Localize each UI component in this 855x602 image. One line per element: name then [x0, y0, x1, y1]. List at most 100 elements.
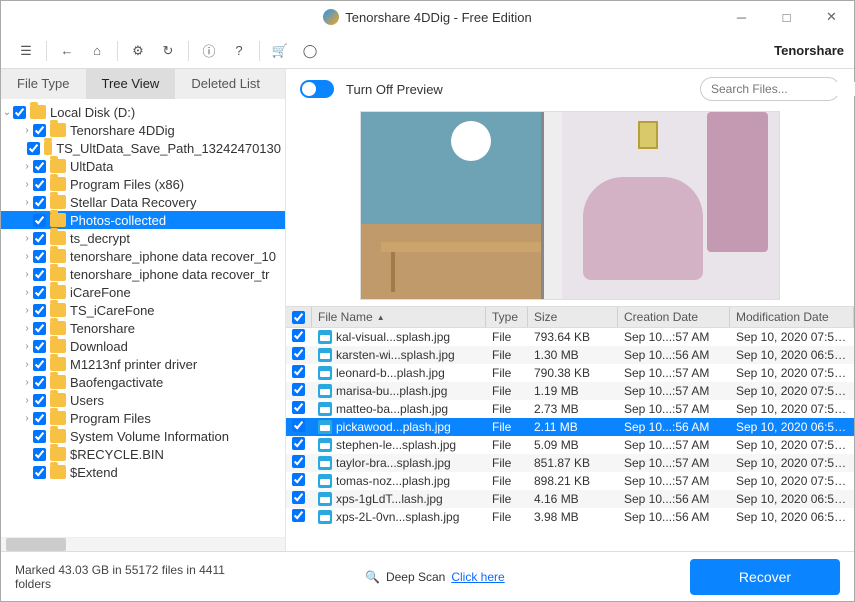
file-row[interactable]: matteo-ba...plash.jpgFile2.73 MBSep 10..… [286, 400, 854, 418]
expand-icon[interactable]: › [21, 233, 33, 244]
tree-item[interactable]: ›Stellar Data Recovery [1, 193, 285, 211]
collapse-icon[interactable]: ⌄ [1, 107, 13, 118]
tree-item[interactable]: ›Tenorshare [1, 319, 285, 337]
tree-item[interactable]: ›Download [1, 337, 285, 355]
file-checkbox[interactable] [292, 401, 305, 414]
tree-checkbox[interactable] [33, 358, 46, 371]
expand-icon[interactable]: › [21, 413, 33, 424]
file-checkbox[interactable] [292, 509, 305, 522]
col-modification-date[interactable]: Modification Date [730, 307, 854, 327]
tree-item[interactable]: ›Tenorshare 4DDig [1, 121, 285, 139]
file-row[interactable]: pickawood...plash.jpgFile2.11 MBSep 10..… [286, 418, 854, 436]
file-row[interactable]: marisa-bu...plash.jpgFile1.19 MBSep 10..… [286, 382, 854, 400]
history-button[interactable]: ↻ [153, 36, 183, 66]
tree-checkbox[interactable] [33, 412, 46, 425]
expand-icon[interactable]: › [21, 161, 33, 172]
tab-deleted-list[interactable]: Deleted List [175, 69, 276, 99]
file-checkbox[interactable] [292, 383, 305, 396]
tree-item[interactable]: Photos-collected [1, 211, 285, 229]
tree-checkbox[interactable] [33, 322, 46, 335]
expand-icon[interactable]: › [21, 269, 33, 280]
expand-icon[interactable]: › [21, 251, 33, 262]
tree-checkbox[interactable] [33, 196, 46, 209]
col-type[interactable]: Type [486, 307, 528, 327]
file-checkbox[interactable] [292, 473, 305, 486]
expand-icon[interactable]: › [21, 287, 33, 298]
expand-icon[interactable]: › [21, 359, 33, 370]
maximize-button[interactable]: □ [764, 1, 809, 33]
file-grid[interactable]: kal-visual...splash.jpgFile793.64 KBSep … [286, 328, 854, 551]
tree-checkbox[interactable] [33, 304, 46, 317]
file-row[interactable]: tomas-noz...plash.jpgFile898.21 KBSep 10… [286, 472, 854, 490]
expand-icon[interactable]: › [21, 125, 33, 136]
tree-item[interactable]: System Volume Information [1, 427, 285, 445]
file-checkbox[interactable] [292, 365, 305, 378]
search-input[interactable] [711, 82, 855, 96]
expand-icon[interactable]: › [21, 377, 33, 388]
deep-scan-link[interactable]: Click here [451, 570, 504, 584]
col-filename[interactable]: File Name▲ [312, 307, 486, 327]
expand-icon[interactable]: › [21, 305, 33, 316]
tree-root[interactable]: ⌄Local Disk (D:) [1, 103, 285, 121]
tree-checkbox[interactable] [33, 376, 46, 389]
search-box[interactable]: 🔍 [700, 77, 840, 101]
tree-checkbox[interactable] [33, 250, 46, 263]
tree-item[interactable]: ›Program Files [1, 409, 285, 427]
tree-item[interactable]: ›tenorshare_iphone data recover_10 [1, 247, 285, 265]
recover-button[interactable]: Recover [690, 559, 840, 595]
minimize-button[interactable]: ─ [719, 1, 764, 33]
tree-item[interactable]: ›Program Files (x86) [1, 175, 285, 193]
tree-item[interactable]: ›tenorshare_iphone data recover_tr [1, 265, 285, 283]
expand-icon[interactable]: › [21, 395, 33, 406]
file-checkbox[interactable] [292, 347, 305, 360]
tab-tree-view[interactable]: Tree View [86, 69, 176, 99]
tree-item[interactable]: ›Users [1, 391, 285, 409]
expand-icon[interactable]: › [21, 323, 33, 334]
tree-item[interactable]: $RECYCLE.BIN [1, 445, 285, 463]
tree-item[interactable]: ›ts_decrypt [1, 229, 285, 247]
tree-checkbox[interactable] [33, 160, 46, 173]
tree-item[interactable]: ›UltData [1, 157, 285, 175]
col-creation-date[interactable]: Creation Date [618, 307, 730, 327]
tab-file-type[interactable]: File Type [1, 69, 86, 99]
tree-checkbox[interactable] [33, 394, 46, 407]
file-row[interactable]: taylor-bra...splash.jpgFile851.87 KBSep … [286, 454, 854, 472]
file-row[interactable]: kal-visual...splash.jpgFile793.64 KBSep … [286, 328, 854, 346]
tree-item[interactable]: $Extend [1, 463, 285, 481]
file-checkbox[interactable] [292, 329, 305, 342]
tree-item[interactable]: ›M1213nf printer driver [1, 355, 285, 373]
file-row[interactable]: xps-2L-0vn...splash.jpgFile3.98 MBSep 10… [286, 508, 854, 526]
file-checkbox[interactable] [292, 455, 305, 468]
file-row[interactable]: xps-1gLdT...lash.jpgFile4.16 MBSep 10...… [286, 490, 854, 508]
col-size[interactable]: Size [528, 307, 618, 327]
back-button[interactable]: ← [52, 36, 82, 66]
file-row[interactable]: stephen-le...splash.jpgFile5.09 MBSep 10… [286, 436, 854, 454]
tree-checkbox[interactable] [33, 214, 46, 227]
tree-scrollbar[interactable] [1, 537, 285, 551]
tree-item[interactable]: ›Baofengactivate [1, 373, 285, 391]
account-button[interactable]: ◯ [295, 36, 325, 66]
tree-item[interactable]: TS_UltData_Save_Path_13242470130 [1, 139, 285, 157]
info-button[interactable]: ⓘ [194, 36, 224, 66]
tree-checkbox[interactable] [33, 286, 46, 299]
tree-checkbox[interactable] [33, 430, 46, 443]
tree-checkbox[interactable] [33, 340, 46, 353]
file-checkbox[interactable] [292, 491, 305, 504]
select-all-checkbox[interactable] [292, 311, 305, 324]
cart-button[interactable]: 🛒 [265, 36, 295, 66]
folder-tree[interactable]: ⌄Local Disk (D:)›Tenorshare 4DDigTS_UltD… [1, 99, 285, 537]
menu-button[interactable]: ☰ [11, 36, 41, 66]
tree-checkbox[interactable] [33, 178, 46, 191]
expand-icon[interactable]: › [21, 341, 33, 352]
file-checkbox[interactable] [292, 437, 305, 450]
tree-checkbox[interactable] [27, 142, 40, 155]
tree-checkbox[interactable] [33, 124, 46, 137]
tree-checkbox[interactable] [33, 232, 46, 245]
tree-item[interactable]: ›iCareFone [1, 283, 285, 301]
preview-toggle[interactable] [300, 80, 334, 98]
file-row[interactable]: leonard-b...plash.jpgFile790.38 KBSep 10… [286, 364, 854, 382]
file-checkbox[interactable] [292, 419, 305, 432]
tree-item[interactable]: ›TS_iCareFone [1, 301, 285, 319]
tree-checkbox[interactable] [33, 466, 46, 479]
file-row[interactable]: karsten-wi...splash.jpgFile1.30 MBSep 10… [286, 346, 854, 364]
